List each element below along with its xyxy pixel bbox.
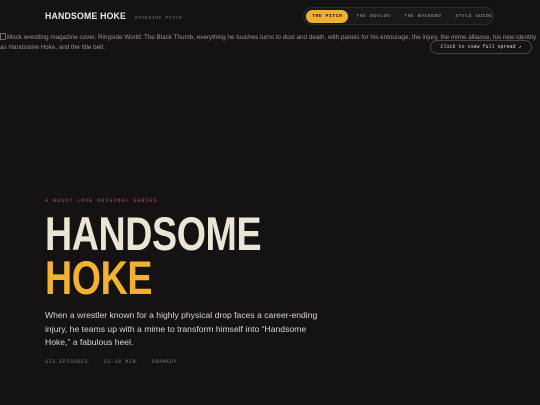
site-header: HANDSOME HOKE RINGSIDE PITCH THE PITCH T… — [0, 0, 540, 32]
hero-title-line-1: HANDSOME — [45, 207, 262, 260]
brand[interactable]: HANDSOME HOKE RINGSIDE PITCH — [45, 11, 182, 22]
nav-item-the-pitch[interactable]: THE PITCH — [306, 9, 349, 23]
meta-episodes: SIX EPISODES — [45, 358, 89, 365]
brand-title: HANDSOME HOKE — [45, 11, 127, 22]
cover-image[interactable]: Mock wrestling magazine cover. Ringside … — [0, 33, 540, 57]
hero-meta: SIX EPISODES · 22–30 MIN · DRAMEDY — [45, 359, 345, 365]
meta-separator: · — [142, 358, 146, 365]
hero: A BUSSY LOVE ORIGINAL SERIES HANDSOME HO… — [45, 198, 345, 365]
meta-genre: DRAMEDY — [151, 358, 178, 365]
main-nav: THE PITCH THE DEVLOG THE BACKEND STYLE G… — [303, 7, 494, 25]
hero-title-line-2: HOKE — [45, 251, 153, 304]
nav-item-the-devlog[interactable]: THE DEVLOG — [350, 10, 396, 23]
hero-eyebrow: A BUSSY LOVE ORIGINAL SERIES — [45, 198, 158, 204]
view-full-spread-button[interactable]: Click to view full spread ↗ — [430, 40, 532, 54]
brand-subtitle: RINGSIDE PITCH — [135, 16, 183, 21]
hero-lede: When a wrestler known for a highly physi… — [45, 310, 318, 347]
nav-item-the-backend[interactable]: THE BACKEND — [398, 10, 447, 23]
meta-separator: · — [94, 358, 98, 365]
broken-image-icon — [0, 33, 6, 40]
meta-runtime: 22–30 MIN — [103, 358, 137, 365]
nav-item-style-guide[interactable]: STYLE GUIDE — [449, 10, 498, 23]
